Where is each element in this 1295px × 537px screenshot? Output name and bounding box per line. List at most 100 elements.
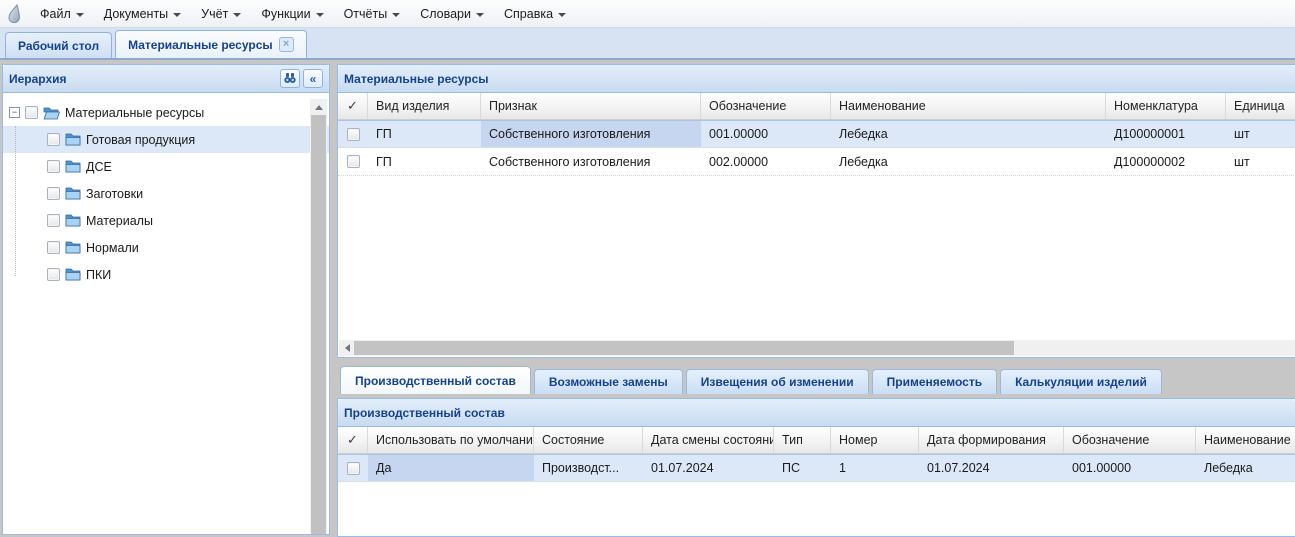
column-header-oboznachenie[interactable]: Обозначение <box>701 93 831 119</box>
column-header-naimenovanie[interactable]: Наименование <box>831 93 1106 119</box>
table-row[interactable]: ГП Собственного изготовления 002.00000 Л… <box>338 148 1295 176</box>
main-tab-bar: Рабочий стол Материальные ресурсы × <box>0 28 1295 60</box>
table-row[interactable]: Да Производст... 01.07.2024 ПС 1 01.07.2… <box>338 454 1295 482</box>
find-icon[interactable] <box>280 69 300 88</box>
column-header-number[interactable]: Номер <box>831 427 919 453</box>
row-checkbox-cell[interactable] <box>338 148 368 175</box>
cell-designation[interactable]: 001.00000 <box>1064 455 1196 481</box>
tree-checkbox[interactable] <box>47 133 60 146</box>
collapse-panel-icon[interactable]: « <box>303 69 323 88</box>
column-header-type[interactable]: Тип <box>774 427 831 453</box>
tab-material-resources[interactable]: Материальные ресурсы × <box>115 30 307 58</box>
cell-naimenovanie[interactable]: Лебедка <box>831 148 1106 175</box>
cell-type[interactable]: ПС <box>774 455 831 481</box>
tab-possible-replacements[interactable]: Возможные замены <box>534 369 683 394</box>
production-grid-header: ✓ Использовать по умолчанию Состояние Да… <box>338 427 1295 454</box>
menu-reports-label: Отчёты <box>344 7 388 21</box>
close-tab-icon[interactable]: × <box>279 37 294 52</box>
row-checkbox[interactable] <box>347 462 360 475</box>
cell-oboznachenie[interactable]: 001.00000 <box>701 121 831 147</box>
tree-node-finished-goods[interactable]: Готовая продукция <box>3 126 329 153</box>
tree-node-dse[interactable]: ДСЕ <box>3 153 329 180</box>
menu-help[interactable]: Справка <box>494 0 576 27</box>
menu-documents-label: Документы <box>104 7 168 21</box>
tree-node-label: Материальные ресурсы <box>65 106 204 120</box>
column-header-name[interactable]: Наименование <box>1196 427 1295 453</box>
cell-priznak-selected[interactable]: Собственного изготовления <box>481 121 701 147</box>
scrollbar-thumb[interactable] <box>311 115 326 534</box>
chevron-down-icon <box>392 13 400 17</box>
column-header-vid-izdeliya[interactable]: Вид изделия <box>368 93 481 119</box>
column-header-use-default[interactable]: Использовать по умолчанию <box>368 427 534 453</box>
row-checkbox-cell[interactable] <box>338 455 368 481</box>
resources-panel-header: Материальные ресурсы <box>338 65 1295 93</box>
column-header-nomenklatura[interactable]: Номенклатура <box>1106 93 1226 119</box>
tab-label: Калькуляции изделий <box>1015 375 1147 389</box>
tree-node-label: Нормали <box>86 241 139 255</box>
tree-vertical-scrollbar[interactable] <box>310 99 327 534</box>
cell-edinitsa[interactable]: шт <box>1226 148 1295 175</box>
tree-node-label: Материалы <box>86 214 153 228</box>
tree-node-materials[interactable]: Материалы <box>3 207 329 234</box>
cell-use-default-selected[interactable]: Да <box>368 455 534 481</box>
cell-priznak[interactable]: Собственного изготовления <box>481 148 701 175</box>
table-row[interactable]: ГП Собственного изготовления 001.00000 Л… <box>338 120 1295 148</box>
chevron-down-icon <box>233 13 241 17</box>
chevron-down-icon <box>173 13 181 17</box>
column-header-edinitsa[interactable]: Единица <box>1226 93 1295 119</box>
tab-change-notices[interactable]: Извещения об изменении <box>686 369 869 394</box>
cell-nomenklatura[interactable]: Д100000002 <box>1106 148 1226 175</box>
tab-production-structure[interactable]: Производственный состав <box>340 366 531 394</box>
tree-checkbox[interactable] <box>47 268 60 281</box>
folder-icon <box>65 187 81 200</box>
tree-node-normals[interactable]: Нормали <box>3 234 329 261</box>
column-header-priznak[interactable]: Признак <box>481 93 701 119</box>
select-all-column-header[interactable]: ✓ <box>338 427 368 453</box>
cell-formation-date[interactable]: 01.07.2024 <box>919 455 1064 481</box>
row-checkbox[interactable] <box>347 155 360 168</box>
menu-accounting[interactable]: Учёт <box>191 0 251 27</box>
scroll-up-icon[interactable] <box>310 99 327 115</box>
menu-file[interactable]: Файл <box>30 0 94 27</box>
cell-oboznachenie[interactable]: 002.00000 <box>701 148 831 175</box>
tree-checkbox[interactable] <box>47 160 60 173</box>
cell-edinitsa[interactable]: шт <box>1226 121 1295 147</box>
tree-node-label: ПКИ <box>86 268 111 282</box>
cell-state-change-date[interactable]: 01.07.2024 <box>643 455 774 481</box>
menu-dictionaries[interactable]: Словари <box>410 0 494 27</box>
cell-vid-izdeliya[interactable]: ГП <box>368 148 481 175</box>
column-header-formation-date[interactable]: Дата формирования <box>919 427 1064 453</box>
tree-node-pki[interactable]: ПКИ <box>3 261 329 288</box>
cell-state[interactable]: Производст... <box>534 455 643 481</box>
tree-node-blanks[interactable]: Заготовки <box>3 180 329 207</box>
column-header-state[interactable]: Состояние <box>534 427 643 453</box>
tab-applicability[interactable]: Применяемость <box>872 369 997 394</box>
scroll-left-icon[interactable] <box>339 340 355 356</box>
tree-node-root[interactable]: − Материальные ресурсы <box>3 99 329 126</box>
resources-horizontal-scrollbar[interactable] <box>339 340 1295 356</box>
column-header-designation[interactable]: Обозначение <box>1064 427 1196 453</box>
select-all-column-header[interactable]: ✓ <box>338 93 368 119</box>
menu-documents[interactable]: Документы <box>94 0 191 27</box>
row-checkbox[interactable] <box>347 128 360 141</box>
folder-icon <box>65 268 81 281</box>
scrollbar-thumb[interactable] <box>354 341 1014 355</box>
tree-checkbox[interactable] <box>47 187 60 200</box>
cell-number[interactable]: 1 <box>831 455 919 481</box>
folder-icon <box>65 241 81 254</box>
tab-desktop[interactable]: Рабочий стол <box>5 32 112 58</box>
tab-product-calculations[interactable]: Калькуляции изделий <box>1000 369 1162 394</box>
tree-checkbox[interactable] <box>25 106 38 119</box>
tree-collapse-icon[interactable]: − <box>9 107 20 118</box>
menu-reports[interactable]: Отчёты <box>334 0 411 27</box>
resources-grid-header: ✓ Вид изделия Признак Обозначение Наимен… <box>338 93 1295 120</box>
menu-functions[interactable]: Функции <box>251 0 333 27</box>
column-header-state-change-date[interactable]: Дата смены состояния <box>643 427 774 453</box>
cell-name[interactable]: Лебедка <box>1196 455 1295 481</box>
cell-vid-izdeliya[interactable]: ГП <box>368 121 481 147</box>
tree-checkbox[interactable] <box>47 241 60 254</box>
cell-nomenklatura[interactable]: Д100000001 <box>1106 121 1226 147</box>
tree-checkbox[interactable] <box>47 214 60 227</box>
cell-naimenovanie[interactable]: Лебедка <box>831 121 1106 147</box>
row-checkbox-cell[interactable] <box>338 121 368 147</box>
